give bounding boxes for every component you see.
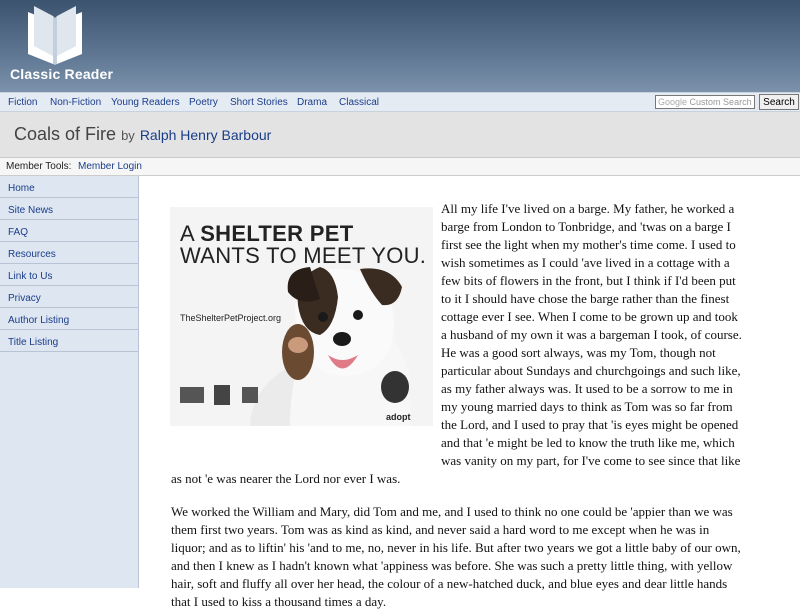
text-line: cottage ever I see. When I come to be gr…	[441, 309, 738, 324]
site-logo-text[interactable]: Classic Reader	[10, 66, 113, 82]
text-line: my young married days to think as Tom wa…	[441, 399, 733, 414]
sidebar-item-faq[interactable]: FAQ	[0, 220, 138, 242]
book-title: Coals of Fire	[14, 124, 117, 144]
text-line: first see the light when my mother's tim…	[441, 237, 736, 252]
text-line: few bits of flowers in the front, but I …	[441, 273, 736, 288]
page-title: Coals of Fire by Ralph Henry Barbour	[14, 124, 271, 145]
title-bar: Coals of Fire by Ralph Henry Barbour	[0, 112, 800, 158]
ad-headline-line2: WANTS TO MEET YOU.	[180, 243, 427, 268]
text-line: and then I knew as I hadn't known what '…	[171, 558, 733, 573]
sidebar-item-home[interactable]: Home	[0, 176, 138, 198]
sidebar-item-author-listing[interactable]: Author Listing	[0, 308, 138, 330]
ad-adopt-label: adopt	[386, 412, 411, 422]
text-line: to it I should have chose the barge rath…	[441, 291, 730, 306]
member-login-link[interactable]: Member Login	[78, 161, 142, 172]
text-line: wish sometimes as I could 'ave lived in …	[441, 255, 730, 270]
sidebar: Home Site News FAQ Resources Link to Us …	[0, 176, 139, 588]
nav-young-readers[interactable]: Young Readers	[111, 97, 180, 108]
nav-drama[interactable]: Drama	[297, 97, 327, 108]
site-header: Classic Reader	[0, 0, 800, 92]
sidebar-item-link-to-us[interactable]: Link to Us	[0, 264, 138, 286]
book-by: by	[121, 128, 135, 143]
text-line: and that 'e might be led to know the tru…	[441, 435, 735, 450]
sidebar-item-title-listing[interactable]: Title Listing	[0, 330, 138, 352]
ad-url: TheShelterPetProject.org	[180, 313, 282, 323]
text-line: as my father always was. It used to be a…	[441, 381, 733, 396]
text-line: particular about Sundays and churchgoing…	[441, 363, 741, 378]
open-book-icon[interactable]	[20, 4, 90, 66]
nav-fiction[interactable]: Fiction	[8, 97, 37, 108]
nav-short-stories[interactable]: Short Stories	[230, 97, 288, 108]
search-brand: Google	[658, 97, 688, 107]
text-line: that I used to kiss a thousand times a d…	[171, 594, 387, 609]
text-line: a husband of my own it was a bargeman I …	[441, 327, 742, 342]
search-placeholder: Custom Search	[689, 97, 752, 107]
nav-non-fiction[interactable]: Non-Fiction	[50, 97, 101, 108]
text-line: was vanity on my part, for I've come to …	[441, 453, 741, 468]
search-button[interactable]: Search	[759, 94, 799, 110]
book-author-link[interactable]: Ralph Henry Barbour	[140, 127, 272, 143]
text-line: barge from London to Tonbridge, and 'twa…	[441, 219, 731, 234]
text-line: hair, soft and fluffy all over her head,…	[171, 576, 728, 591]
category-nav: Fiction Non-Fiction Young Readers Poetry…	[0, 92, 800, 112]
text-line: liquor; and as to liftin' his 'and to me…	[171, 540, 741, 555]
sidebar-item-privacy[interactable]: Privacy	[0, 286, 138, 308]
shelter-pet-ad[interactable]: A SHELTER PET WANTS TO MEET YOU. TheShel…	[170, 207, 433, 426]
nav-classical[interactable]: Classical	[339, 97, 379, 108]
sidebar-item-resources[interactable]: Resources	[0, 242, 138, 264]
search-input[interactable]: Google Custom Search	[655, 95, 755, 109]
text-line: as not 'e was nearer the Lord nor ever I…	[171, 471, 401, 486]
member-tools-label: Member Tools:	[6, 161, 72, 172]
text-line: them first two years. Tom was as kind as…	[171, 522, 710, 537]
main-content: A SHELTER PET WANTS TO MEET YOU. TheShel…	[140, 176, 800, 609]
text-line: We worked the William and Mary, did Tom …	[171, 504, 733, 519]
text-line: the Lord, and I used to pray that 'is ey…	[441, 417, 739, 432]
text-line: All my life I've lived on a barge. My fa…	[441, 201, 735, 216]
member-tools-bar: Member Tools: Member Login	[0, 158, 800, 176]
nav-poetry[interactable]: Poetry	[189, 97, 218, 108]
sidebar-item-site-news[interactable]: Site News	[0, 198, 138, 220]
text-line: He was a good sort always, was my Tom, t…	[441, 345, 716, 360]
